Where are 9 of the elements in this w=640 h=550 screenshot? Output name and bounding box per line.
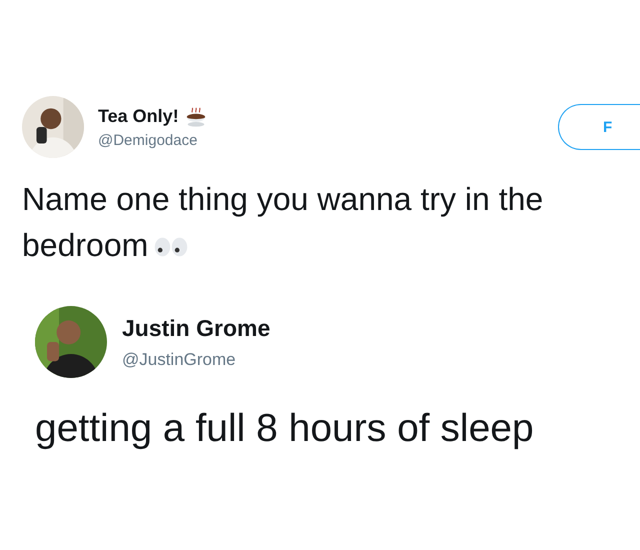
tweet-text: getting a full 8 hours of sleep xyxy=(35,406,535,452)
user-name: Justin Grome xyxy=(122,314,270,342)
teacup-icon xyxy=(184,106,207,128)
user-handle: @Demigodace xyxy=(98,132,198,148)
eyes-icon xyxy=(154,236,188,258)
user-name: Tea Only! xyxy=(98,106,179,127)
follow-button[interactable]: F xyxy=(558,104,640,150)
user-handle: @JustinGrome xyxy=(122,350,237,370)
tweet-text: Name one thing you wanna try in the bedroom xyxy=(22,180,544,265)
